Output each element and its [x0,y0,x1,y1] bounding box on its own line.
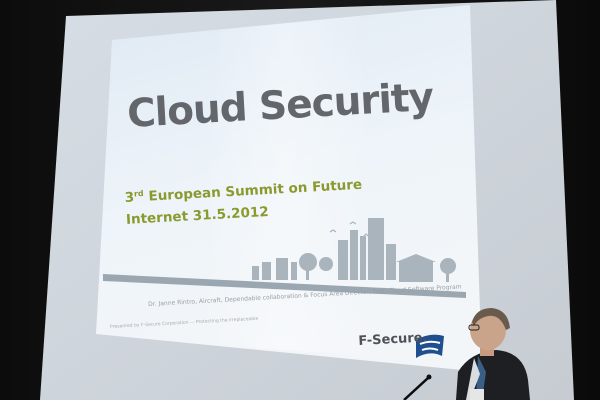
podium-edge [470,389,484,400]
subtitle-ordinal-suffix: rd [133,188,144,199]
